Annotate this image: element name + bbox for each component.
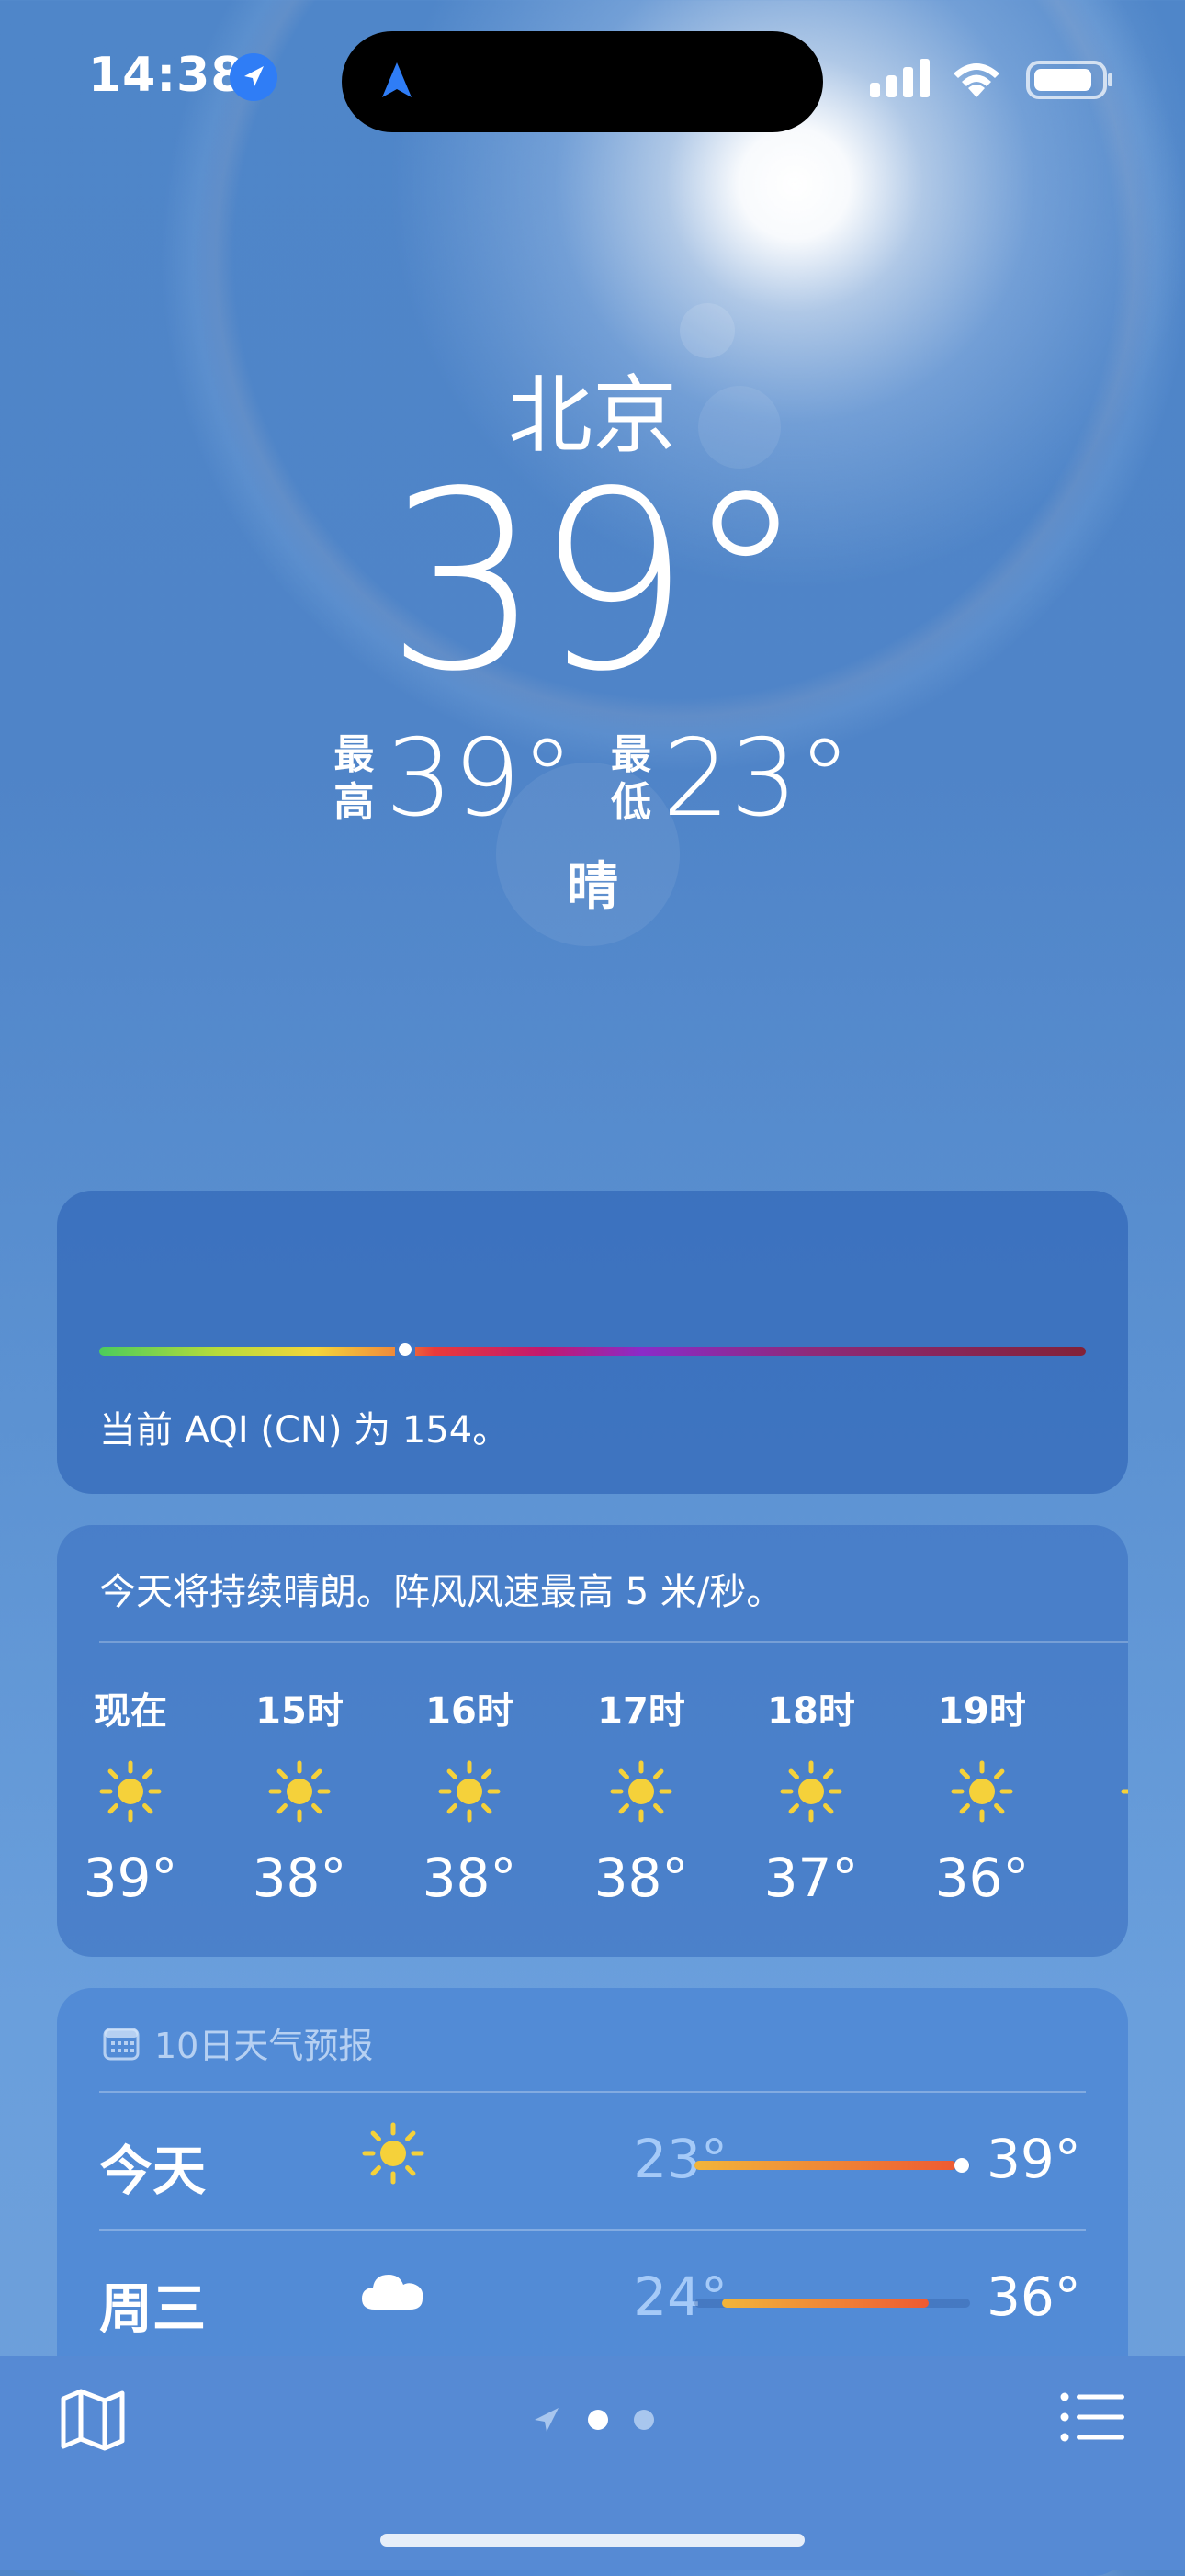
low-temperature: 23° (662, 717, 852, 841)
daily-low: 24° (633, 2265, 728, 2328)
weather-condition: 晴 (567, 857, 618, 917)
sun-icon (780, 1760, 842, 1823)
home-indicator[interactable] (380, 2534, 805, 2547)
high-temperature: 39° (385, 717, 574, 841)
temperature-range-fill (694, 2161, 956, 2170)
hourly-temp: 36° (934, 1847, 1030, 1909)
cloud-icon (362, 2275, 423, 2310)
daily-high: 36° (987, 2265, 1081, 2328)
hourly-item: 17时 38° (577, 1681, 705, 1909)
daily-high: 39° (987, 2128, 1081, 2190)
sun-icon (1121, 1789, 1128, 1794)
aqi-text: 当前 AQI (CN) 为 154。 (99, 1409, 510, 1452)
hourly-temp: 37° (763, 1847, 859, 1909)
divider (99, 1641, 1128, 1643)
high-label: 最 高 (333, 731, 375, 826)
daily-day: 今天 (99, 2140, 207, 2202)
hourly-time: 17时 (597, 1690, 685, 1733)
hourly-summary: 今天将持续晴朗。阵风风速最高 5 米/秒。 (99, 1571, 784, 1613)
daily-low: 23° (633, 2128, 728, 2190)
hourly-time: 19时 (938, 1690, 1026, 1733)
low-label: 最 低 (611, 731, 651, 826)
temperature-range-fill (722, 2299, 929, 2308)
aqi-marker (398, 1343, 412, 1356)
calendar-icon (103, 2028, 140, 2060)
current-temp-marker (954, 2158, 969, 2173)
hourly-item: 18时 37° (747, 1681, 875, 1909)
list-icon[interactable] (1060, 2391, 1124, 2443)
hourly-time: 16时 (425, 1690, 514, 1733)
hourly-temp: 39° (83, 1847, 178, 1909)
sun-icon (362, 2122, 424, 2185)
status-bar: 14:38 (0, 0, 1185, 138)
sun-icon (610, 1760, 672, 1823)
hourly-temp: 38° (593, 1847, 689, 1909)
hourly-time: 现在 (94, 1690, 167, 1733)
hourly-item: 15时 38° (235, 1681, 364, 1909)
high-temp-group: 最 高 39° (333, 726, 574, 832)
hourly-forecast-card[interactable]: 今天将持续晴朗。阵风风速最高 5 米/秒。 现在 39° 15时 38° 16时 38° 1… (57, 1525, 1128, 1957)
temperature-range-bar (694, 2158, 970, 2173)
low-temp-group: 最 低 23° (611, 726, 852, 832)
daily-day: 周三 (99, 2277, 207, 2340)
ten-day-header: 10日天气预报 (103, 2017, 373, 2068)
page-dot[interactable] (634, 2410, 654, 2430)
hourly-item: 19时 36° (918, 1681, 1046, 1909)
page-indicator[interactable] (0, 2404, 1185, 2435)
air-quality-card[interactable]: 当前 AQI (CN) 为 154。 (57, 1191, 1128, 1494)
current-temperature: 39° (385, 439, 807, 726)
temperature-range-bar (694, 2299, 970, 2308)
daily-row[interactable]: 周三 24° 36° (57, 2229, 1128, 2367)
sun-icon (438, 1760, 501, 1823)
sun-icon (951, 1760, 1013, 1823)
dynamic-island (342, 31, 823, 132)
hourly-temp: 38° (422, 1847, 517, 1909)
sun-icon (268, 1760, 331, 1823)
sun-icon (99, 1760, 162, 1823)
hourly-item: 16时 38° (405, 1681, 534, 1909)
hourly-item: 现在 39° (66, 1681, 195, 1909)
hourly-temp: 38° (252, 1847, 347, 1909)
hourly-item: 2 (1088, 1681, 1128, 1847)
hourly-time: 18时 (767, 1690, 855, 1733)
ten-day-title: 10日天气预报 (154, 2026, 374, 2066)
status-time: 14:38 (88, 48, 245, 103)
wifi-icon (954, 63, 999, 97)
navigation-arrow-icon (382, 62, 412, 97)
page-dot-active[interactable] (588, 2410, 608, 2430)
hourly-time: 15时 (255, 1690, 344, 1733)
high-low: 最 高 39° 最 低 23° (0, 726, 1185, 832)
hourly-time: 2 (1088, 1681, 1128, 1736)
aqi-scale-bar (99, 1347, 1086, 1356)
location-arrow-icon (230, 53, 277, 101)
battery-icon (1026, 61, 1112, 99)
daily-row[interactable]: 今天 23° 39° (57, 2091, 1128, 2229)
signal-bars-icon (870, 59, 930, 97)
location-arrow-icon[interactable] (531, 2404, 562, 2435)
